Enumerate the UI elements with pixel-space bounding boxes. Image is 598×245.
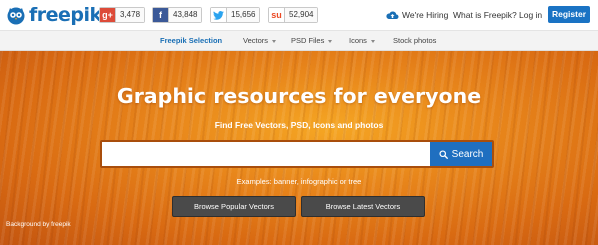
hero-subtitle: Find Free Vectors, PSD, Icons and photos xyxy=(214,120,384,130)
search-icon xyxy=(439,149,448,159)
browse-latest-button[interactable]: Browse Latest Vectors xyxy=(301,196,425,217)
twitter-icon xyxy=(211,8,226,22)
chevron-down-icon xyxy=(370,39,375,43)
hero-title: Graphic resources for everyone xyxy=(116,84,482,108)
register-button[interactable]: Register xyxy=(548,6,590,23)
search-examples: Examples: banner, infographic or tree xyxy=(236,177,362,186)
stumbleupon-icon: su xyxy=(269,8,284,22)
google-plus-share[interactable]: g+ 3,478 xyxy=(99,7,146,23)
twitter-count: 15,656 xyxy=(226,8,260,22)
nav-vectors[interactable]: Vectors xyxy=(243,31,277,51)
nav-icons[interactable]: Icons xyxy=(349,31,375,51)
main-nav: Freepik Selection Vectors PSD Files Icon… xyxy=(0,30,598,51)
nav-label: Freepik Selection xyxy=(160,36,223,45)
freepik-logo[interactable]: freepik xyxy=(6,4,102,26)
search-button[interactable]: Search xyxy=(430,142,492,166)
background-credit: Background by freepik xyxy=(6,221,71,228)
nav-psd-files[interactable]: PSD Files xyxy=(291,31,333,51)
hero-banner: Graphic resources for everyone Find Free… xyxy=(0,51,598,245)
nav-label: PSD Files xyxy=(291,36,325,45)
freepik-owl-icon xyxy=(7,7,25,25)
facebook-count: 43,848 xyxy=(168,8,202,22)
chevron-down-icon xyxy=(272,39,277,43)
stumbleupon-count: 52,904 xyxy=(284,8,318,22)
stumbleupon-share[interactable]: su 52,904 xyxy=(268,7,319,23)
facebook-share[interactable]: f 43,848 xyxy=(152,7,203,23)
google-plus-count: 3,478 xyxy=(115,8,145,22)
cloud-upload-icon xyxy=(386,10,399,19)
google-plus-icon: g+ xyxy=(100,8,115,22)
logo-text: freepik xyxy=(29,4,102,26)
twitter-share[interactable]: 15,656 xyxy=(210,7,261,23)
top-header: freepik g+ 3,478 f 43,848 15,656 su 52,9… xyxy=(0,0,598,30)
nav-label: Vectors xyxy=(243,36,269,45)
nav-stock-photos[interactable]: Stock photos xyxy=(393,31,436,51)
hiring-label: We're Hiring xyxy=(402,10,449,20)
search-button-label: Search xyxy=(451,148,484,160)
what-is-freepik-link[interactable]: What is Freepik? xyxy=(453,7,517,23)
nav-freepik-selection[interactable]: Freepik Selection xyxy=(160,31,222,51)
facebook-icon: f xyxy=(153,8,168,22)
nav-label: Stock photos xyxy=(393,36,437,45)
chevron-down-icon xyxy=(328,39,333,43)
search-bar: Search xyxy=(100,140,494,168)
nav-label: Icons xyxy=(349,36,367,45)
search-input[interactable] xyxy=(102,142,430,166)
browse-popular-button[interactable]: Browse Popular Vectors xyxy=(172,196,296,217)
login-link[interactable]: Log in xyxy=(519,7,542,23)
hiring-link[interactable]: We're Hiring xyxy=(386,7,448,23)
